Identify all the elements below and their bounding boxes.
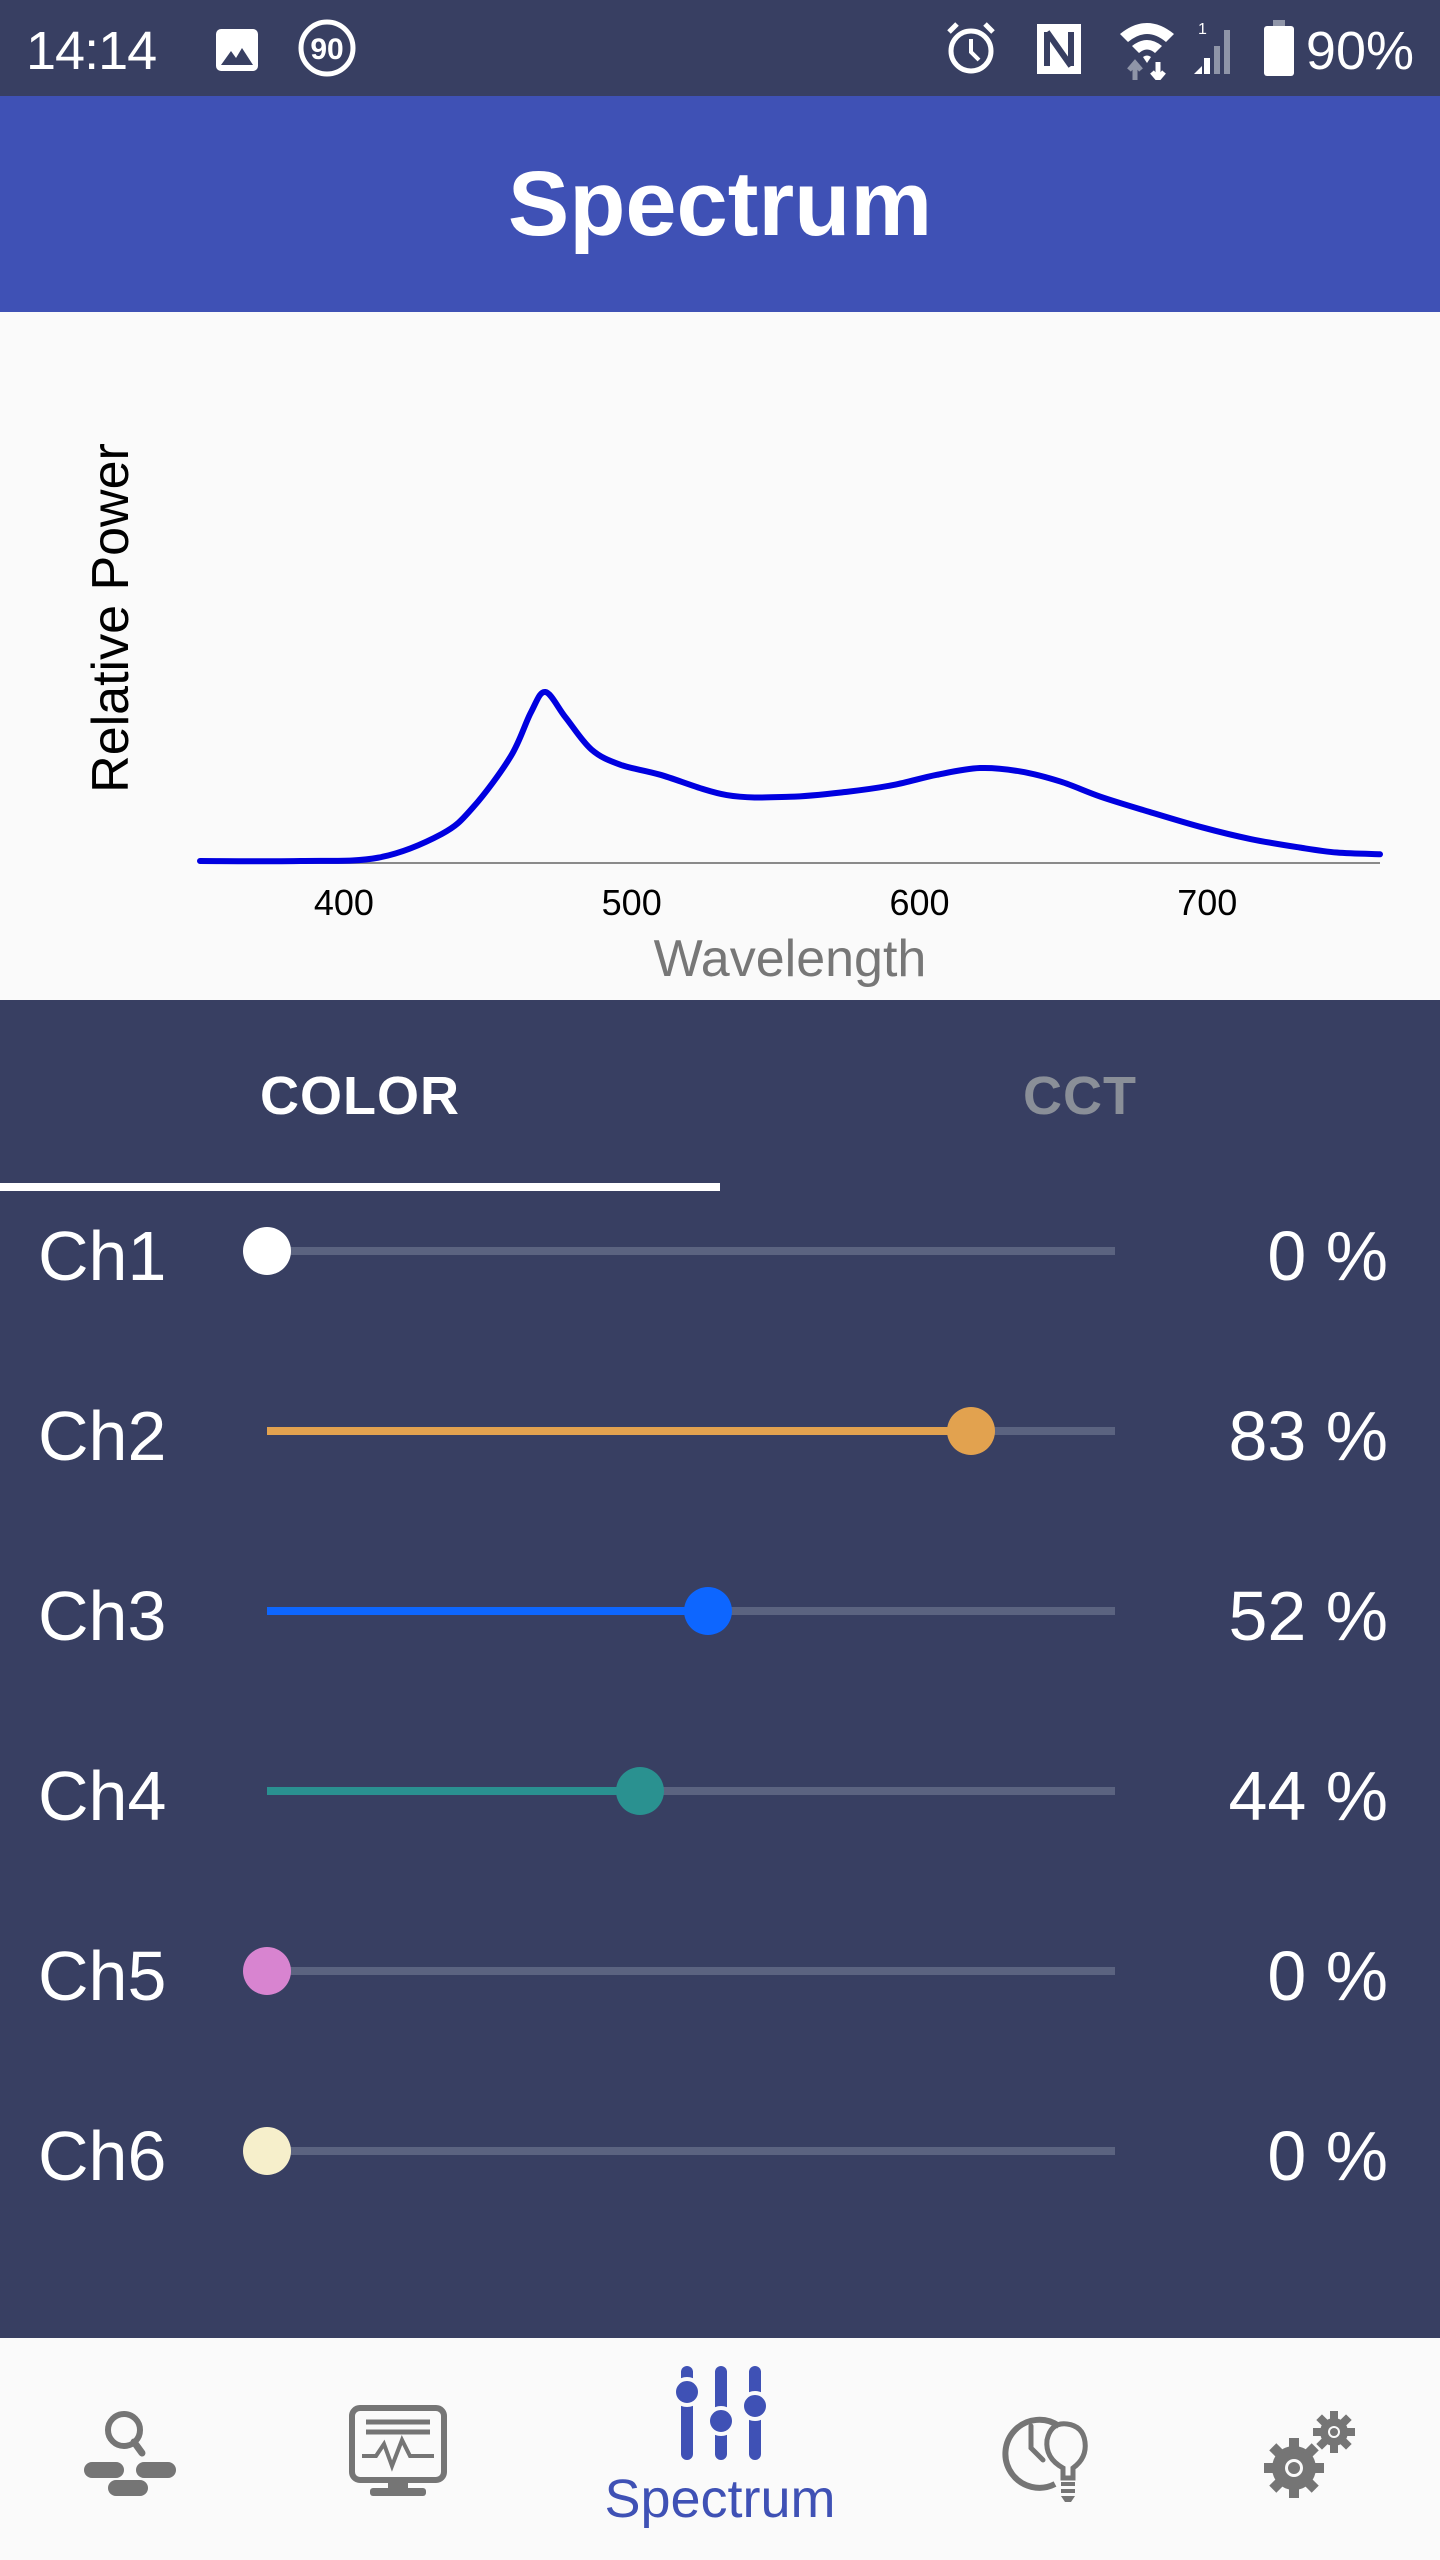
page-title: Spectrum	[507, 152, 933, 255]
spectrum-chart: Relative Power Wavelength 400 500 600 700	[0, 312, 1440, 1000]
x-tick-label: 400	[314, 882, 374, 923]
channel-label: Ch1	[38, 1217, 167, 1295]
channel-slider-thumb[interactable]	[243, 1227, 291, 1275]
channel-value: 0 %	[1267, 1217, 1388, 1295]
channel-slider[interactable]	[267, 1407, 1115, 1455]
data-saver-icon: 90	[296, 17, 358, 84]
image-icon	[214, 27, 260, 78]
channel-row-ch5: Ch5 0 %	[0, 1910, 1440, 2030]
channel-value: 83 %	[1228, 1397, 1388, 1475]
channel-label: Ch2	[38, 1397, 167, 1475]
svg-text:1: 1	[1198, 21, 1207, 38]
channel-row-ch3: Ch3 52 %	[0, 1550, 1440, 1670]
channel-slider-fill	[267, 1427, 971, 1435]
channel-row-ch2: Ch2 83 %	[0, 1370, 1440, 1490]
tab-cct[interactable]: CCT	[720, 1000, 1440, 1192]
channel-label: Ch3	[38, 1577, 167, 1655]
channel-label: Ch5	[38, 1937, 167, 2015]
spectrum-series-line	[197, 689, 1383, 865]
sliders-icon	[672, 2366, 770, 2460]
nav-label-spectrum: Spectrum	[604, 2469, 836, 2529]
y-axis-label: Relative Power	[82, 443, 140, 793]
bottom-navigation: Spectrum	[0, 2338, 1440, 2560]
nav-item-spectrum[interactable]: Spectrum	[576, 2338, 864, 2560]
schedule-light-icon	[1002, 2416, 1088, 2502]
svg-text:90: 90	[310, 33, 343, 66]
channel-slider[interactable]	[243, 1947, 1115, 1995]
spectrum-chart-svg: Relative Power Wavelength 400 500 600 700	[82, 443, 1383, 988]
channel-slider[interactable]	[267, 1587, 1115, 1635]
x-tick-label: 600	[889, 882, 949, 923]
x-tick-label: 700	[1177, 882, 1237, 923]
channel-slider[interactable]	[243, 1227, 1115, 1275]
tab-color[interactable]: COLOR	[0, 1000, 720, 1192]
nav-item-monitor[interactable]	[252, 2338, 540, 2560]
status-time: 14:14	[26, 21, 157, 81]
channel-value: 0 %	[1267, 2117, 1388, 2195]
channel-slider[interactable]	[267, 1767, 1115, 1815]
x-tick-label: 500	[602, 882, 662, 923]
channel-row-ch1: Ch1 0 %	[0, 1190, 1440, 1310]
nav-item-settings[interactable]	[1152, 2338, 1440, 2560]
battery-percent: 90%	[1305, 21, 1414, 81]
channel-slider[interactable]	[243, 2127, 1115, 2175]
nfc-icon	[1037, 24, 1081, 79]
status-bar: 14:14 90 1 90%	[0, 0, 1440, 96]
signal-icon: 1	[1192, 20, 1236, 81]
channel-slider-thumb[interactable]	[243, 2127, 291, 2175]
tab-cct-label: CCT	[1023, 1066, 1137, 1126]
wifi-icon	[1118, 18, 1176, 85]
channel-slider-thumb[interactable]	[616, 1767, 665, 1815]
channel-value: 52 %	[1228, 1577, 1388, 1655]
nav-item-discover[interactable]	[0, 2338, 288, 2560]
settings-gears-icon	[1264, 2411, 1355, 2498]
x-tick-labels: 400 500 600 700	[314, 882, 1237, 923]
monitor-icon	[349, 2405, 447, 2496]
channel-value: 0 %	[1267, 1937, 1388, 2015]
channel-label: Ch6	[38, 2117, 167, 2195]
x-axis-label: Wavelength	[654, 930, 927, 988]
battery-icon	[1264, 20, 1294, 81]
channel-slider-fill	[267, 1607, 708, 1615]
channel-row-ch6: Ch6 0 %	[0, 2090, 1440, 2210]
channel-slider-thumb[interactable]	[683, 1587, 732, 1635]
search-network-icon	[84, 2411, 176, 2496]
alarm-icon	[945, 20, 997, 81]
tab-color-label: COLOR	[260, 1066, 460, 1126]
channel-label: Ch4	[38, 1757, 167, 1835]
channel-value: 44 %	[1228, 1757, 1388, 1835]
app-bar: Spectrum	[0, 96, 1440, 312]
channel-slider-fill	[267, 1787, 641, 1795]
channel-row-ch4: Ch4 44 %	[0, 1730, 1440, 1850]
channel-panel: COLOR CCT Ch1 0 % Ch2 83 % Ch3 52 % Ch4 44 % Ch5…	[0, 1000, 1440, 2338]
channel-slider-thumb[interactable]	[243, 1947, 291, 1995]
nav-item-schedule[interactable]	[900, 2338, 1188, 2560]
channel-slider-thumb[interactable]	[946, 1407, 995, 1455]
